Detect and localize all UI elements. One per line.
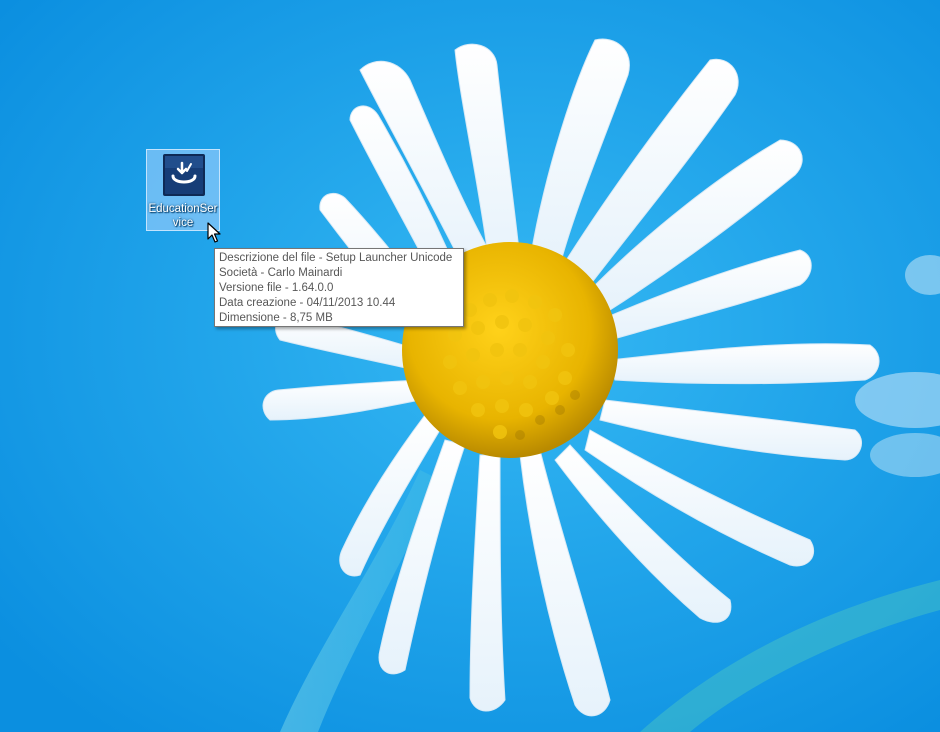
tooltip-size: Dimensione - 8,75 MB [219, 312, 333, 324]
educationservice-desktop-icon[interactable]: EducationService [146, 149, 220, 231]
daisy-wallpaper [0, 0, 940, 732]
setup-launcher-app-icon [163, 154, 205, 196]
desktop[interactable]: EducationService Descrizione del file - … [0, 0, 940, 732]
tooltip-file-version: Versione file - 1.64.0.0 [219, 282, 334, 294]
tooltip-company: Società - Carlo Mainardi [219, 267, 343, 279]
file-info-tooltip: Descrizione del file - Setup Launcher Un… [214, 248, 464, 327]
tooltip-date-created: Data creazione - 04/11/2013 10.44 [219, 297, 396, 309]
arrow-cursor-icon [207, 222, 221, 243]
tooltip-file-description: Descrizione del file - Setup Launcher Un… [219, 252, 453, 264]
